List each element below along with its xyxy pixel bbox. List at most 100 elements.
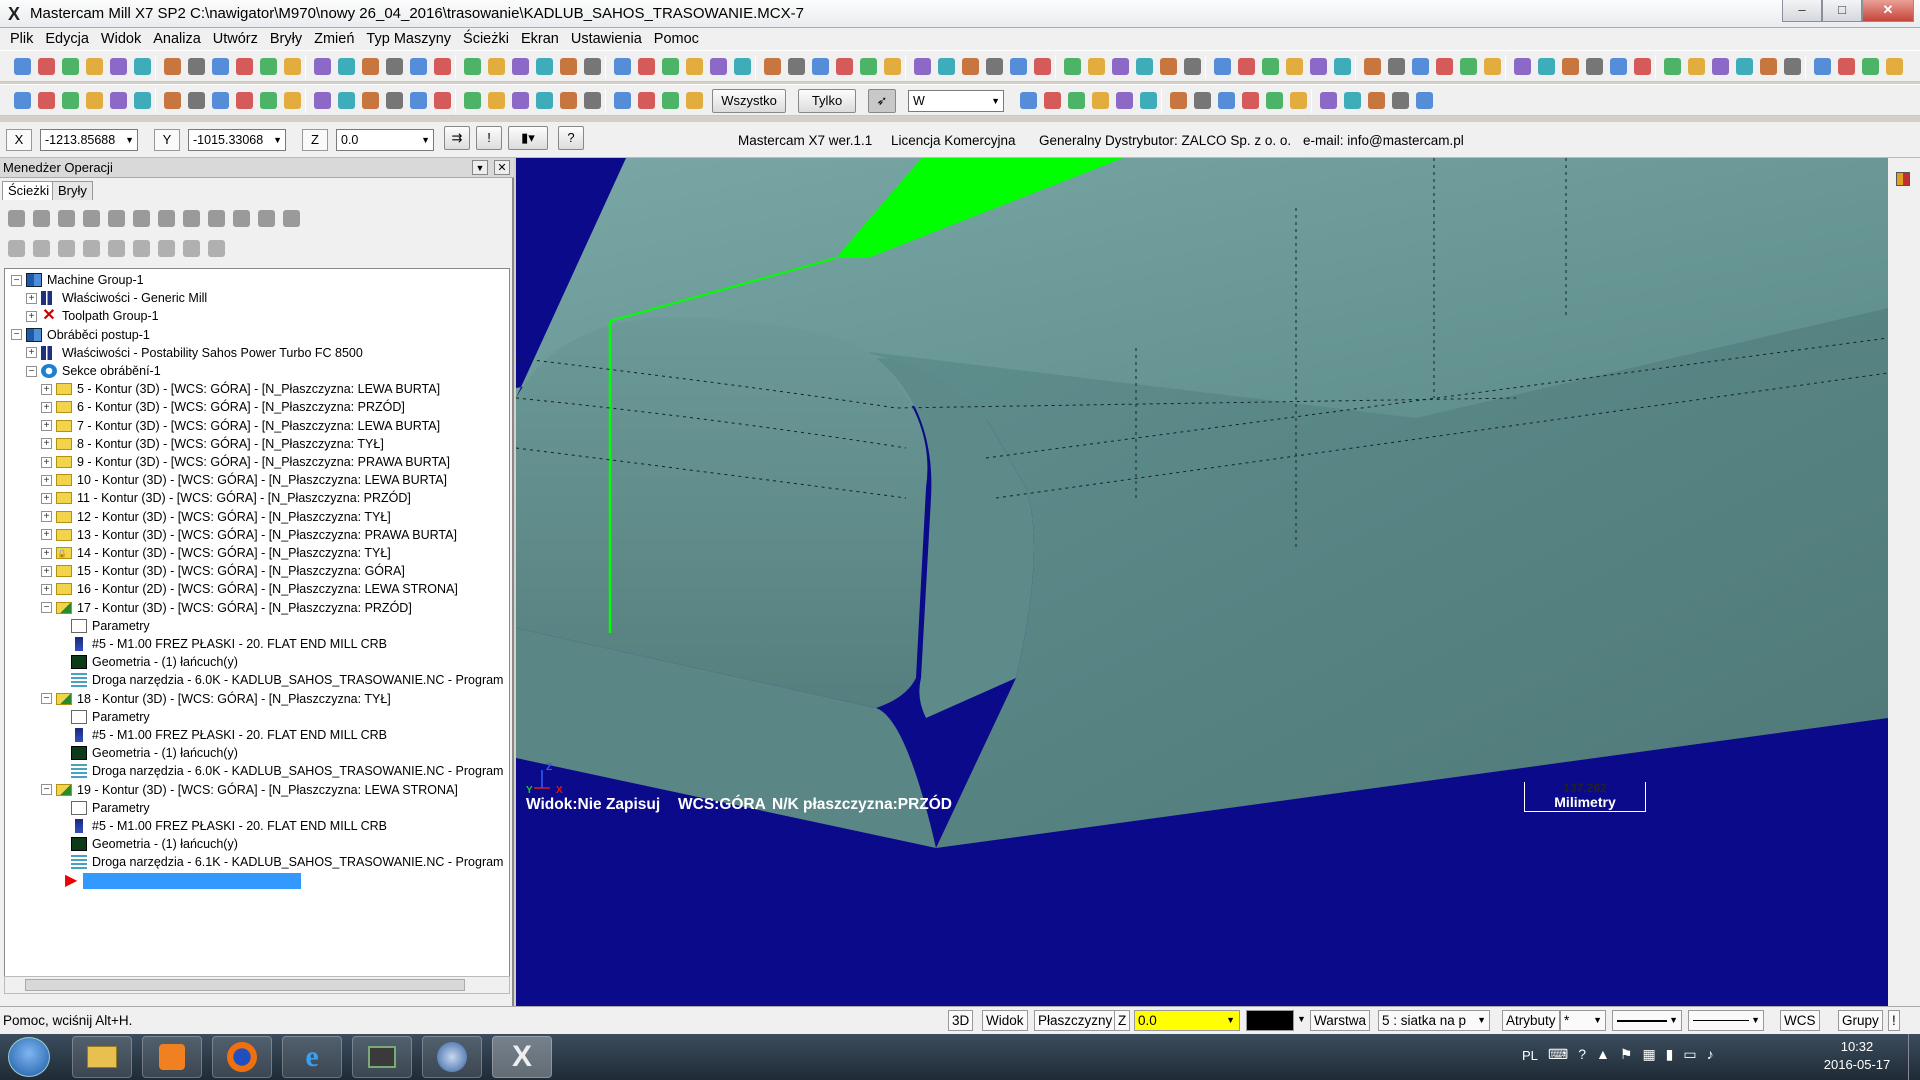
firefox-taskbar-icon[interactable] bbox=[212, 1036, 272, 1078]
toolbar-main-icon-52[interactable] bbox=[1310, 58, 1327, 75]
expand-icon[interactable]: + bbox=[41, 456, 52, 468]
menu-analiza[interactable]: Analiza bbox=[147, 31, 207, 47]
toolbar-main-icon-28[interactable] bbox=[710, 58, 727, 75]
toolbar-secondary-right-icon-13[interactable] bbox=[1344, 92, 1361, 109]
toolbar-main-icon-4[interactable] bbox=[110, 58, 127, 75]
toolbar-secondary-right-icon-10[interactable] bbox=[1266, 92, 1283, 109]
toolbar-main-icon-14[interactable] bbox=[362, 58, 379, 75]
tree-item[interactable]: + ✕ Toolpath Group-1 bbox=[26, 307, 159, 325]
tree-item[interactable]: Droga narzędzia - 6.1K - KADLUB_SAHOS_TR… bbox=[56, 853, 503, 871]
toolbar-secondary-icon-26[interactable] bbox=[662, 92, 679, 109]
menu-sciezki[interactable]: Ścieżki bbox=[457, 31, 515, 47]
tree-item[interactable]: +16 - Kontur (2D) - [WCS: GÓRA] - [N_Pła… bbox=[41, 580, 458, 598]
close-button[interactable]: ✕ bbox=[1862, 0, 1914, 22]
menu-plik[interactable]: Plik bbox=[4, 31, 39, 47]
toolbar-main-icon-75[interactable] bbox=[1886, 58, 1903, 75]
scroll-thumb[interactable] bbox=[25, 979, 465, 991]
language-indicator[interactable]: PL bbox=[1522, 1048, 1538, 1063]
toolbar-main-icon-60[interactable] bbox=[1514, 58, 1531, 75]
operations-tool-icon-0-7[interactable] bbox=[183, 210, 200, 227]
collapse-icon[interactable]: − bbox=[11, 274, 22, 286]
toolbar-main-icon-34[interactable] bbox=[860, 58, 877, 75]
toolbar-secondary-icon-13[interactable] bbox=[338, 92, 355, 109]
toolbar-secondary-right-icon-5[interactable] bbox=[1140, 92, 1157, 109]
thunderbird-taskbar-icon[interactable] bbox=[422, 1036, 482, 1078]
toolbar-secondary-icon-8[interactable] bbox=[212, 92, 229, 109]
toolbar-main-icon-18[interactable] bbox=[464, 58, 481, 75]
menu-widok[interactable]: Widok bbox=[95, 31, 147, 47]
tree-item[interactable]: − Sekce obrábění-1 bbox=[26, 362, 161, 380]
toolbar-main-icon-45[interactable] bbox=[1136, 58, 1153, 75]
model-view[interactable]: Y Z X bbox=[516, 158, 1888, 1006]
minimize-button[interactable]: – bbox=[1782, 0, 1822, 22]
toolbar-main-icon-61[interactable] bbox=[1538, 58, 1555, 75]
toolbar-main-icon-44[interactable] bbox=[1112, 58, 1129, 75]
toolbar-main-icon-11[interactable] bbox=[284, 58, 301, 75]
mastercam-taskbar-icon[interactable]: X bbox=[492, 1036, 552, 1078]
color-swatch[interactable] bbox=[1246, 1010, 1294, 1031]
point-style-combo[interactable]: * ▼ bbox=[1560, 1010, 1606, 1031]
toolbar-main-icon-74[interactable] bbox=[1862, 58, 1879, 75]
operations-tool-icon-1-8[interactable] bbox=[208, 240, 225, 257]
collapse-icon[interactable]: − bbox=[26, 365, 37, 377]
toolbar-main-icon-50[interactable] bbox=[1262, 58, 1279, 75]
toolbar-secondary-icon-2[interactable] bbox=[62, 92, 79, 109]
toolbar-secondary-icon-14[interactable] bbox=[362, 92, 379, 109]
toolbar-secondary-icon-11[interactable] bbox=[284, 92, 301, 109]
toolbar-main-icon-67[interactable] bbox=[1688, 58, 1705, 75]
tree-item[interactable]: #5 - M1.00 FREZ PŁASKI - 20. FLAT END MI… bbox=[56, 635, 387, 653]
toolbar-secondary-icon-21[interactable] bbox=[536, 92, 553, 109]
help-icon[interactable]: ? bbox=[558, 126, 584, 150]
z-coordinate-input[interactable]: 0.0 ▼ bbox=[336, 129, 434, 151]
explorer-taskbar-icon[interactable] bbox=[72, 1036, 132, 1078]
operations-tool-icon-0-6[interactable] bbox=[158, 210, 175, 227]
toolbar-main-icon-49[interactable] bbox=[1238, 58, 1255, 75]
operations-tree[interactable]: − Machine Group-1 + Właściwości - Generic M… bbox=[4, 268, 510, 978]
toolbar-main-icon-69[interactable] bbox=[1736, 58, 1753, 75]
show-desktop-button[interactable] bbox=[1908, 1034, 1920, 1080]
toolbar-secondary-icon-6[interactable] bbox=[164, 92, 181, 109]
clock[interactable]: 10:32 2016-05-17 bbox=[1816, 1038, 1898, 1074]
toolbar-main-icon-1[interactable] bbox=[38, 58, 55, 75]
tree-item[interactable]: Droga narzędzia - 6.0K - KADLUB_SAHOS_TR… bbox=[56, 671, 503, 689]
toolbar-secondary-right-icon-12[interactable] bbox=[1320, 92, 1337, 109]
volume-tray-icon[interactable]: ♪ bbox=[1707, 1046, 1714, 1063]
toolbar-main-icon-65[interactable] bbox=[1634, 58, 1651, 75]
toolbar-secondary-icon-4[interactable] bbox=[110, 92, 127, 109]
expand-icon[interactable]: + bbox=[41, 583, 52, 595]
tree-item[interactable]: +7 - Kontur (3D) - [WCS: GÓRA] - [N_Płas… bbox=[41, 417, 440, 435]
toolbar-main-icon-38[interactable] bbox=[962, 58, 979, 75]
toolbar-secondary-icon-9[interactable] bbox=[236, 92, 253, 109]
toolbar-main-icon-54[interactable] bbox=[1364, 58, 1381, 75]
tree-item[interactable]: + Właściwości - Postability Sahos Power T… bbox=[26, 344, 363, 362]
toolbar-main-icon-2[interactable] bbox=[62, 58, 79, 75]
toolbar-secondary-icon-17[interactable] bbox=[434, 92, 451, 109]
network-app-taskbar-icon[interactable] bbox=[352, 1036, 412, 1078]
toolbar-secondary-right-icon-8[interactable] bbox=[1218, 92, 1235, 109]
toolbar-main-icon-40[interactable] bbox=[1010, 58, 1027, 75]
toolbar-main-icon-64[interactable] bbox=[1610, 58, 1627, 75]
toolbar-secondary-icon-23[interactable] bbox=[584, 92, 601, 109]
menu-utworz[interactable]: Utwórz bbox=[207, 31, 264, 47]
toolbar-secondary-right-icon-2[interactable] bbox=[1068, 92, 1085, 109]
tree-item[interactable]: Geometria - (1) łańcuch(y) bbox=[56, 653, 238, 671]
toolbar-secondary-icon-5[interactable] bbox=[134, 92, 151, 109]
pointer-icon[interactable]: ➶ bbox=[868, 89, 896, 113]
graphics-viewport[interactable]: Y Z X Widok:Nie Zapisuj WCS:GÓRA N/K pła… bbox=[516, 158, 1888, 1006]
toolbar-main-icon-21[interactable] bbox=[536, 58, 553, 75]
flag-tray-icon[interactable]: ⚑ bbox=[1620, 1046, 1633, 1063]
toolbar-main-icon-16[interactable] bbox=[410, 58, 427, 75]
toolbar-main-icon-22[interactable] bbox=[560, 58, 577, 75]
toolbar-main-icon-15[interactable] bbox=[386, 58, 403, 75]
toolbar-secondary-right-icon-1[interactable] bbox=[1044, 92, 1061, 109]
toolbar-main-icon-33[interactable] bbox=[836, 58, 853, 75]
toolbar-main-icon-26[interactable] bbox=[662, 58, 679, 75]
operations-tool-icon-1-6[interactable] bbox=[158, 240, 175, 257]
toolbar-main-icon-42[interactable] bbox=[1064, 58, 1081, 75]
tree-item[interactable]: +6 - Kontur (3D) - [WCS: GÓRA] - [N_Płas… bbox=[41, 398, 405, 416]
insert-arrow-row[interactable]: ▶ bbox=[65, 872, 302, 890]
layer-button[interactable]: Warstwa bbox=[1310, 1010, 1371, 1031]
operations-tool-icon-0-4[interactable] bbox=[108, 210, 125, 227]
tree-item[interactable]: +11 - Kontur (3D) - [WCS: GÓRA] - [N_Pła… bbox=[41, 489, 411, 507]
toolbar-secondary-right-icon-6[interactable] bbox=[1170, 92, 1187, 109]
